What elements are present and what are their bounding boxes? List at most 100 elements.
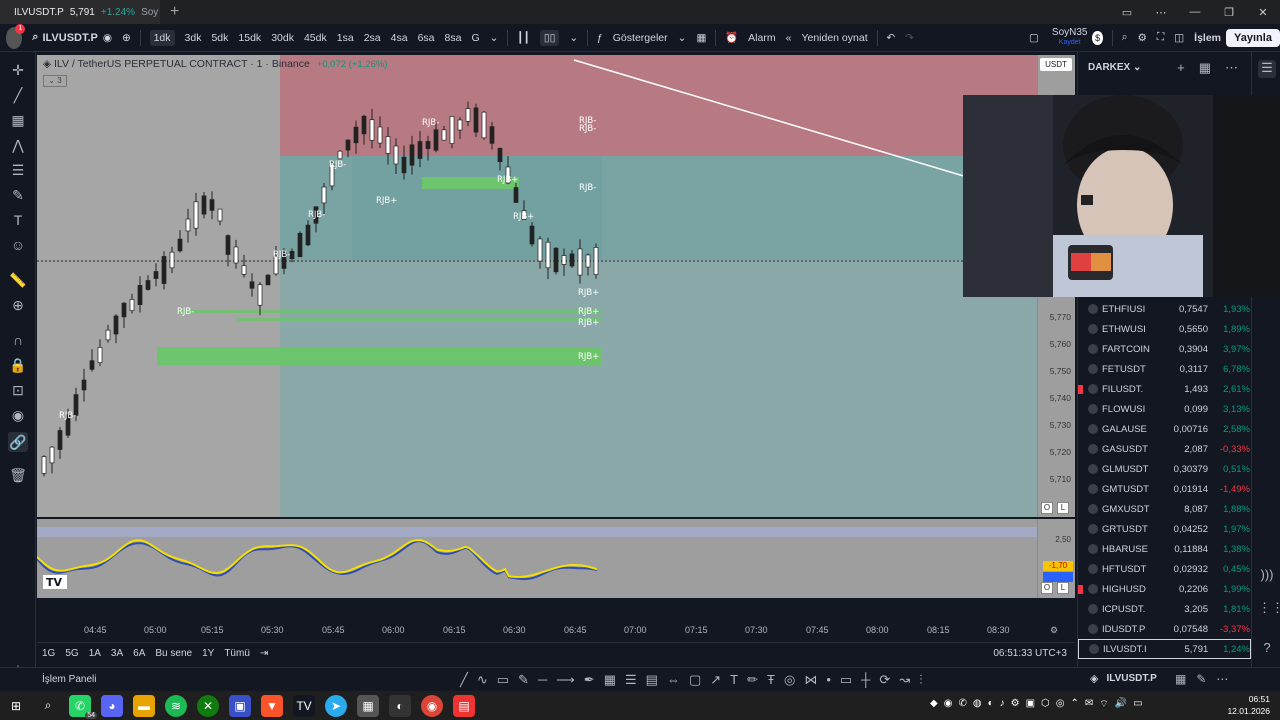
publish-button[interactable]: Yayınla — [1226, 28, 1280, 47]
trade-button[interactable]: İşlem — [1194, 32, 1221, 44]
watchlist-row[interactable]: FILUSDT. 1,493 2,61% — [1078, 379, 1251, 399]
emoji-icon[interactable]: ☺ — [8, 235, 28, 255]
interval-30dk[interactable]: 30dk — [271, 32, 294, 44]
interval-g[interactable]: G — [471, 32, 479, 44]
chevron-down-icon[interactable]: ⌄ — [678, 32, 687, 44]
range-3a[interactable]: 3A — [111, 648, 123, 659]
comment-tool-icon[interactable]: ▭ — [840, 672, 852, 688]
fib-tool-icon[interactable]: ☰ — [625, 672, 637, 688]
pen-tool-icon[interactable]: ✒ — [584, 672, 595, 688]
target-icon[interactable]: ◎ — [784, 672, 795, 688]
pattern-icon[interactable]: ⋀ — [8, 135, 28, 155]
apps-icon[interactable]: ⋮⋮ — [1258, 600, 1280, 618]
cast-icon[interactable]: ▭ — [1110, 6, 1144, 19]
telegram-icon[interactable]: ➤ — [325, 694, 347, 717]
tray-icon[interactable]: ◍ — [973, 698, 982, 711]
close-window-icon[interactable]: ✕ — [1246, 6, 1280, 19]
watchlist-row[interactable]: ETHFIUSI 0,7547 1,93% — [1078, 299, 1251, 319]
chrome-icon[interactable]: ◉ — [421, 694, 443, 717]
watchlist-title[interactable]: DARKEX ⌄ — [1088, 62, 1141, 73]
more-icon[interactable]: ⋯ — [1216, 672, 1228, 686]
zoom-icon[interactable]: ⊕ — [8, 295, 28, 315]
tray-icon[interactable]: ◉ — [944, 698, 953, 711]
trading-panel-tab[interactable]: İşlem Paneli — [42, 674, 96, 685]
tray-icon[interactable]: ▣ — [1026, 698, 1035, 711]
forecast-icon[interactable]: ☰ — [8, 160, 28, 180]
tray-icon[interactable]: ◎ — [1056, 698, 1065, 711]
more-icon[interactable]: ⋯ — [1144, 6, 1178, 19]
legend-collapse[interactable]: ⌄ 3 — [43, 75, 67, 87]
interval-1dk[interactable]: 1dk — [149, 29, 175, 46]
price-chart[interactable]: ◈ ILV / TetherUS PERPETUAL CONTRACT · 1 … — [37, 55, 1037, 517]
watchlist-row[interactable]: GALAUSE 0,00716 2,58% — [1078, 419, 1251, 439]
wave-tool-icon[interactable]: ∿ — [477, 672, 488, 688]
tradingview-icon[interactable]: TV — [293, 694, 315, 717]
save-layout[interactable]: SoyN35 Kaydet — [1052, 27, 1088, 48]
tray-icon[interactable]: ✆ — [958, 698, 966, 711]
windows-start-icon[interactable]: ⊞ — [5, 695, 27, 717]
watchlist-row[interactable]: GMTUSDT 0,01914 -1,49% — [1078, 479, 1251, 499]
interval-4sa[interactable]: 4sa — [391, 32, 408, 44]
tray-icon[interactable]: ⌃ — [1071, 698, 1079, 711]
grid-icon[interactable]: ▦ — [1175, 672, 1186, 686]
whatsapp-icon[interactable]: ✆ 54 — [69, 694, 97, 719]
pencil-tool-icon[interactable]: ✏ — [747, 672, 758, 688]
time-settings-icon[interactable]: ⚙ — [1050, 625, 1058, 636]
alarm-button[interactable]: Alarm — [748, 32, 775, 44]
brush-icon[interactable]: ✎ — [8, 185, 28, 205]
panel-symbol[interactable]: ◈ ILVUSDT.P — [1090, 672, 1157, 685]
oscillator-pane[interactable]: TV — [37, 519, 1037, 598]
range-1g[interactable]: 1G — [42, 648, 55, 659]
fib-icon[interactable]: ▦ — [8, 110, 28, 130]
settings-icon[interactable]: ⚙ — [1137, 32, 1146, 44]
arrows-tool-icon[interactable]: ⇔ — [667, 672, 680, 688]
chart-l-button[interactable]: L — [1057, 502, 1069, 514]
watchlist-row[interactable]: ETHWUSI 0,5650 1,89% — [1078, 319, 1251, 339]
osc-l-button[interactable]: L — [1057, 582, 1069, 594]
chevron-down-icon[interactable]: ⌄ — [569, 32, 578, 44]
system-clock[interactable]: 06:51 12.01.2026 — [1227, 693, 1270, 717]
camera-icon[interactable]: ◫ — [1174, 32, 1184, 44]
symbol-search[interactable]: ⌕ ILVUSDT.P — [32, 31, 98, 44]
range-1y[interactable]: 1Y — [202, 648, 214, 659]
osc-o-button[interactable]: O — [1041, 582, 1053, 594]
tray-icon[interactable]: ◆ — [930, 698, 938, 711]
text-tool-icon[interactable]: T — [730, 672, 738, 688]
link-icon[interactable]: 🔗 — [8, 432, 28, 452]
crosshair-icon[interactable]: ✛ — [8, 60, 28, 80]
currency-selector[interactable]: USDT — [1040, 58, 1072, 71]
ray-tool-icon[interactable]: ⟶ — [556, 672, 575, 688]
range-1a[interactable]: 1A — [89, 648, 101, 659]
sync-tool-icon[interactable]: ⟳ — [879, 672, 890, 688]
chart-clock[interactable]: 06:51:33 UTC+3 — [993, 648, 1067, 659]
goto-date-icon[interactable]: ⇥ — [260, 648, 268, 659]
watchlist-row[interactable]: ICPUSDT. 3,205 1,81% — [1078, 599, 1251, 619]
interval-6sa[interactable]: 6sa — [418, 32, 435, 44]
battery-icon[interactable]: ▭ — [1133, 698, 1142, 711]
watchlist-row[interactable]: FLOWUSI 0,099 3,13% — [1078, 399, 1251, 419]
interval-45dk[interactable]: 45dk — [304, 32, 327, 44]
watchlist-row[interactable]: GLMUSDT 0,30379 0,51% — [1078, 459, 1251, 479]
callout-tool-icon[interactable]: ▭ — [497, 672, 509, 688]
wifi-icon[interactable]: ⌔ — [1099, 698, 1108, 711]
discord-icon[interactable]: ◕ — [101, 694, 123, 717]
path-tool-icon[interactable]: ↝ — [899, 672, 910, 688]
replay-button[interactable]: Yeniden oynat — [801, 32, 867, 44]
watchlist-row[interactable]: HIGHUSD 0,2206 1,99% — [1078, 579, 1251, 599]
indicators-button[interactable]: Göstergeler — [613, 32, 668, 44]
xbox-icon[interactable]: ✕ — [197, 694, 219, 717]
fullscreen-icon[interactable]: ⛶ — [1157, 31, 1164, 44]
dollar-icon[interactable]: $ — [1092, 30, 1103, 45]
bar-style-icon[interactable]: ┃┃ — [517, 32, 530, 44]
bars-tool-icon[interactable]: ⫶ — [919, 672, 922, 688]
time-axis[interactable]: 04:45 05:00 05:15 05:30 05:45 06:00 06:1… — [37, 620, 1075, 640]
trash-icon[interactable]: 🗑 — [8, 465, 28, 485]
pattern-tool-icon[interactable]: ⋈ — [804, 672, 817, 688]
text-icon[interactable]: T — [8, 210, 28, 230]
candle-style-icon[interactable]: ▯▯ — [539, 29, 560, 46]
folder-icon[interactable]: ▬ — [133, 694, 155, 717]
eye-icon[interactable]: ◉ — [103, 32, 112, 44]
trendline-icon[interactable]: ╱ — [8, 85, 28, 105]
layout-icon[interactable]: ▢ — [1029, 32, 1039, 44]
interval-2sa[interactable]: 2sa — [364, 32, 381, 44]
